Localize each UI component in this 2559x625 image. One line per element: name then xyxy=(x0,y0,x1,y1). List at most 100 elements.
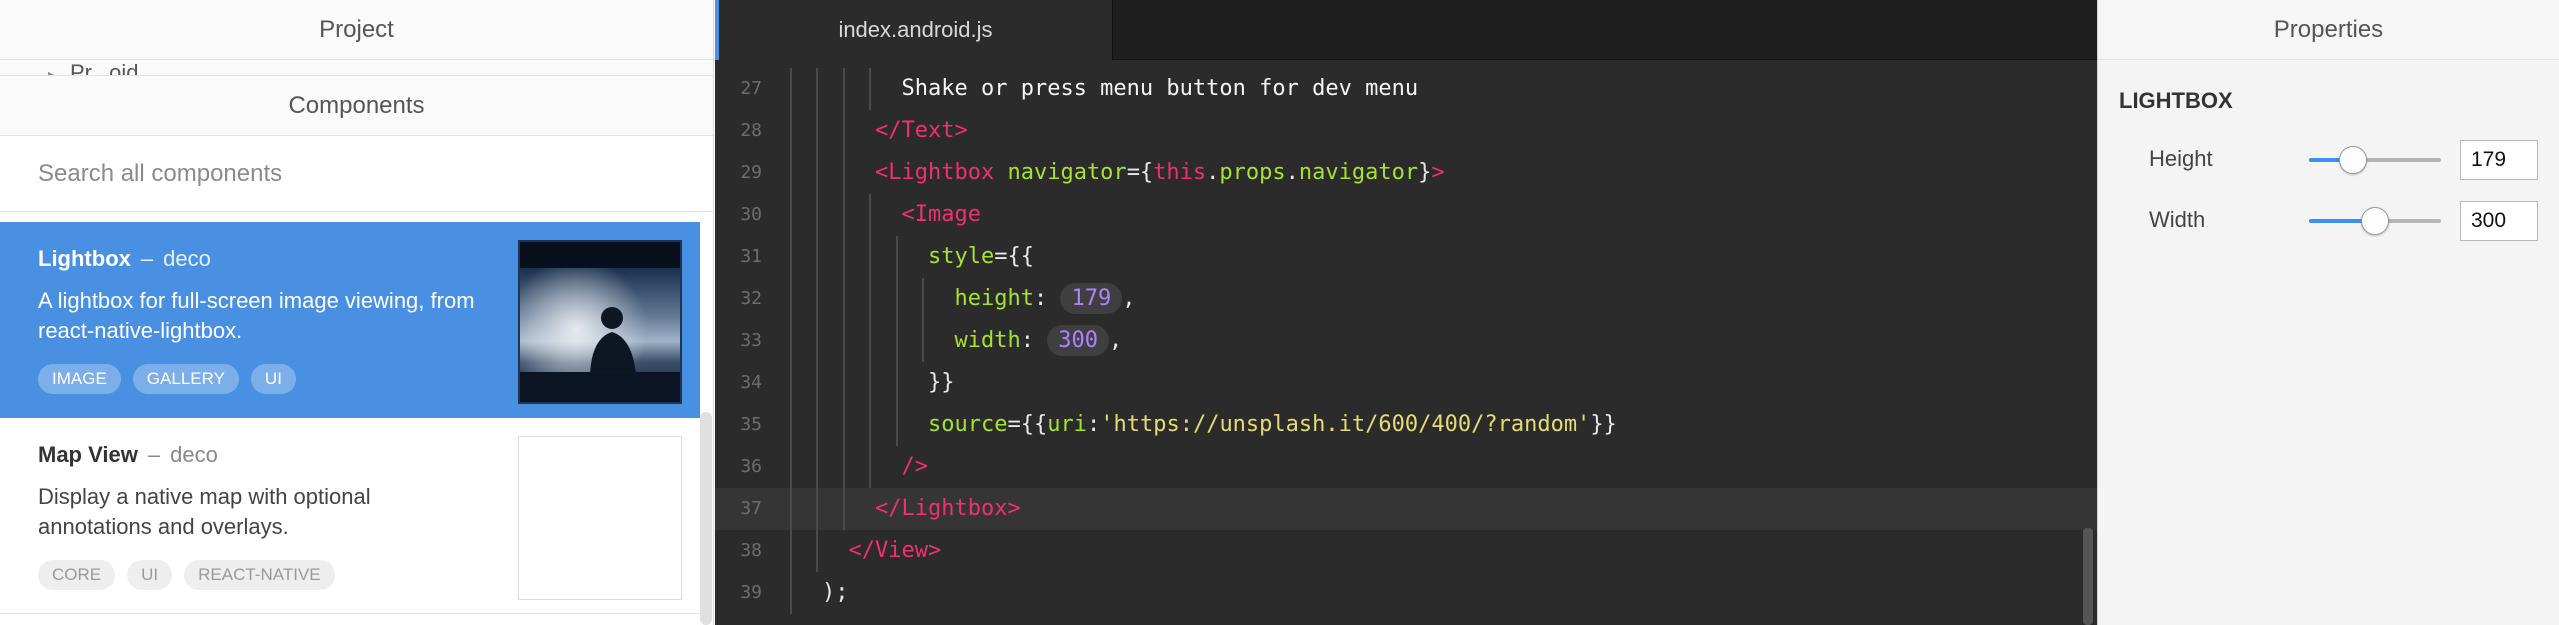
tree-expand-icon[interactable]: ▸ xyxy=(48,66,55,75)
component-card-lightbox[interactable]: Lightbox – deco A lightbox for full-screen… xyxy=(0,222,700,418)
code-token: </Text> xyxy=(875,118,968,143)
code-text: width: 300, xyxy=(955,320,1123,362)
height-slider-handle[interactable] xyxy=(2338,146,2367,174)
width-input[interactable] xyxy=(2460,201,2538,241)
code-text: style={{ xyxy=(928,236,1034,278)
code-area[interactable]: 27 Shake or press menu button for dev men… xyxy=(715,68,2097,614)
indent-guide xyxy=(869,194,871,236)
code-token: props xyxy=(1219,160,1286,185)
code-line[interactable]: 34}} xyxy=(715,362,2097,404)
indent-guide xyxy=(816,110,818,152)
component-name: Map View xyxy=(38,442,138,467)
height-slider[interactable] xyxy=(2309,146,2441,174)
line-number: 27 xyxy=(740,78,762,99)
code-line[interactable]: 36 /> xyxy=(715,446,2097,488)
editor-scrollbar[interactable] xyxy=(2083,528,2093,625)
code-line[interactable]: 27 Shake or press menu button for dev men… xyxy=(715,68,2097,110)
line-number: 39 xyxy=(740,582,762,603)
component-card-map-view[interactable]: Map View – deco Display a native map with … xyxy=(0,418,700,614)
code-line[interactable]: 32 height: 179, xyxy=(715,278,2097,320)
code-token: style xyxy=(928,244,995,269)
tag-image[interactable]: IMAGE xyxy=(38,364,121,394)
code-line[interactable]: 31 style={{ xyxy=(715,236,2097,278)
indent-guide xyxy=(842,320,845,362)
height-input[interactable] xyxy=(2460,140,2538,180)
line-number: 33 xyxy=(740,330,762,351)
editor-tab-bar: index.android.js xyxy=(715,0,2097,60)
component-list-scrollbar[interactable] xyxy=(700,412,712,625)
code-token: <Lightbox xyxy=(875,160,995,185)
map-view-thumbnail xyxy=(518,436,682,600)
component-vendor: deco xyxy=(163,246,211,271)
property-label-width: Width xyxy=(2149,207,2206,232)
project-header[interactable]: Project xyxy=(0,0,713,60)
line-number: 28 xyxy=(740,120,762,141)
line-number: 35 xyxy=(740,414,762,435)
indent-guide xyxy=(842,194,845,236)
code-line[interactable]: 35 source={{uri:'https://unsplash.it/600/… xyxy=(715,404,2097,446)
indent-guide xyxy=(842,68,845,110)
indent-guide xyxy=(816,488,818,530)
tag-ui[interactable]: UI xyxy=(127,560,173,590)
project-tree-peek[interactable]: ▸ Pr...oid xyxy=(0,60,713,76)
indent-guide xyxy=(816,446,818,488)
code-token: , xyxy=(1122,286,1136,311)
code-token: ={ xyxy=(1126,160,1154,185)
code-line[interactable]: 30 <Image xyxy=(715,194,2097,236)
code-token: : xyxy=(1086,412,1101,437)
indent-guide xyxy=(789,194,792,236)
project-tree-item[interactable]: Pr...oid xyxy=(70,62,138,76)
indent-guide xyxy=(842,446,845,488)
code-text: Shake or press menu button for dev menu xyxy=(902,68,1419,110)
number-literal: 179 xyxy=(1060,283,1123,314)
component-search-input[interactable] xyxy=(38,159,658,188)
code-token: navigator xyxy=(1298,160,1419,185)
code-line[interactable]: 39); xyxy=(715,572,2097,614)
code-token: </View> xyxy=(848,538,942,563)
tag-gallery[interactable]: GALLERY xyxy=(132,364,239,394)
indent-guide xyxy=(816,278,818,320)
code-line[interactable]: 33 width: 300, xyxy=(715,320,2097,362)
code-token: , xyxy=(1108,328,1123,353)
code-token: > xyxy=(1431,160,1445,185)
editor-tab-label: index.android.js xyxy=(838,17,993,42)
property-row-width: Width xyxy=(2149,201,2549,241)
indent-guide xyxy=(869,446,871,488)
code-text: source={{uri:'https://unsplash.it/600/40… xyxy=(928,404,1617,446)
code-token: }} xyxy=(928,370,955,395)
width-slider[interactable] xyxy=(2309,207,2441,235)
indent-guide xyxy=(842,362,845,404)
property-label-height: Height xyxy=(2149,146,2213,171)
component-tags: IMAGE GALLERY UI xyxy=(38,364,296,394)
code-token: </Lightbox> xyxy=(875,496,1021,521)
indent-guide xyxy=(869,320,871,362)
indent-guide xyxy=(789,278,792,320)
indent-guide xyxy=(789,572,792,614)
indent-guide xyxy=(816,68,818,110)
indent-guide xyxy=(842,404,845,446)
indent-guide xyxy=(842,110,845,152)
code-line[interactable]: 38 </View> xyxy=(715,530,2097,572)
indent-guide xyxy=(869,362,871,404)
indent-guide xyxy=(789,152,792,194)
code-line[interactable]: 29 <Lightbox navigator={this.props.naviga… xyxy=(715,152,2097,194)
code-line[interactable]: 37 </Lightbox> xyxy=(715,488,2097,530)
properties-section-title: LIGHTBOX xyxy=(2119,88,2233,113)
code-editor[interactable]: index.android.js 27 Shake or press menu b… xyxy=(715,0,2097,625)
code-text: <Image xyxy=(902,194,981,236)
line-number: 29 xyxy=(740,162,762,183)
editor-tab-active[interactable]: index.android.js xyxy=(715,0,1113,60)
indent-guide xyxy=(895,278,898,320)
width-slider-handle[interactable] xyxy=(2361,207,2389,235)
title-separator: – xyxy=(147,442,161,467)
code-token: ={{ xyxy=(1007,412,1048,437)
component-title: Map View – deco xyxy=(38,442,218,468)
tag-react-native[interactable]: REACT-NATIVE xyxy=(184,560,335,590)
number-literal: 300 xyxy=(1047,325,1109,356)
tag-ui[interactable]: UI xyxy=(250,364,296,394)
component-vendor: deco xyxy=(170,442,218,467)
code-line[interactable]: 28 </Text> xyxy=(715,110,2097,152)
tag-core[interactable]: CORE xyxy=(38,560,116,590)
indent-guide xyxy=(895,320,898,362)
